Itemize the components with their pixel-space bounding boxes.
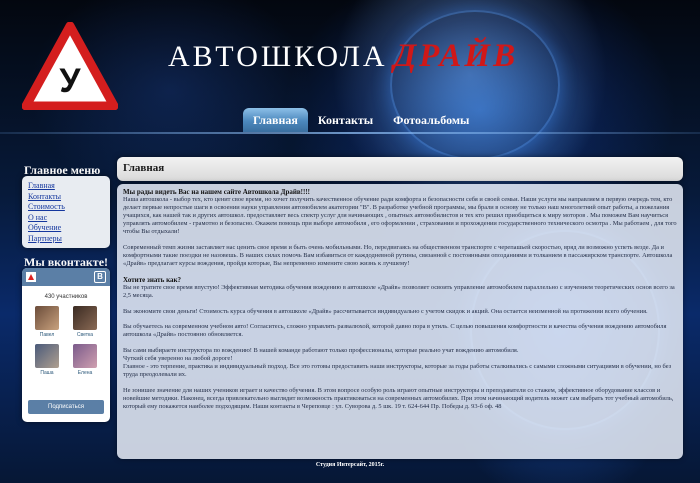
main-content: Мы рады видеть Вас на нашем сайте Автошк… (117, 184, 683, 459)
avatar (35, 306, 59, 330)
vk-member[interactable]: Паша (28, 344, 66, 376)
avatar (35, 344, 59, 368)
vk-member-name: Елена (77, 370, 93, 376)
avatar (73, 306, 97, 330)
nav-item-photoalbums[interactable]: Фотоальбомы (383, 108, 479, 132)
learner-triangle-icon: У (22, 22, 118, 110)
content-paragraph: Не зонишее значение для наших учеников и… (123, 386, 674, 410)
footer-credit: Студия Интерсайт, 2015г. (315, 462, 385, 468)
content-paragraph: Вы сами выбираете инструктора по вождени… (123, 346, 519, 354)
vk-member-name: Павел (39, 332, 55, 338)
menu-item-training[interactable]: Обучение (28, 223, 104, 234)
nav-divider (0, 132, 700, 134)
vk-group-avatar (26, 272, 36, 282)
menu-item-contacts[interactable]: Контакты (28, 192, 104, 203)
site-title-main: АВТОШКОЛА (168, 40, 388, 73)
welcome-heading: Мы рады видеть Вас на нашем сайте Автошк… (123, 188, 311, 196)
content-paragraph: Вы экономите свои деньги! Стоимость курс… (123, 307, 648, 315)
menu-item-about[interactable]: О нас (28, 213, 104, 224)
content-paragraph: Вы не тратите свое время впустую! Эффект… (123, 283, 675, 300)
vk-member[interactable]: Елена (66, 344, 104, 376)
vk-member-name: Светка (76, 332, 94, 338)
site-title: АВТОШКОЛА ДРАЙВ (168, 38, 518, 75)
main-menu: Главная Контакты Стоимость О нас Обучени… (22, 176, 110, 248)
content-paragraph: Современный темп жизни заставляет нас це… (123, 244, 673, 268)
content-paragraph: Вы обучаетесь на современном учебном авт… (123, 323, 667, 339)
vk-member[interactable]: Павел (28, 306, 66, 338)
background-glow (390, 10, 560, 160)
question-heading: Хотите знать как? (123, 275, 182, 284)
menu-item-partners[interactable]: Партнеры (28, 234, 104, 245)
nav-item-contacts[interactable]: Контакты (308, 108, 383, 132)
main-nav: Главная Контакты Фотоальбомы (243, 108, 479, 132)
vk-member-name: Паша (40, 370, 54, 376)
content-paragraph: Чуткий себя уверенно на любой дороге! (123, 355, 233, 362)
page-title: Главная (117, 157, 683, 181)
logo[interactable]: У (22, 22, 118, 110)
content-paragraph: Наша автошкола - выбор тех, кто ценит св… (123, 196, 677, 236)
menu-item-price[interactable]: Стоимость (28, 202, 104, 213)
vk-members-grid: Павел Светка Паша Елена (22, 300, 110, 376)
site-title-accent: ДРАЙВ (393, 38, 519, 74)
content-paragraph: Главное - это терпение, практика и индив… (123, 363, 672, 379)
vk-widget: В 430 участников Павел Светка Паша Елена… (22, 268, 110, 422)
logo-letter: У (59, 62, 81, 100)
vk-widget-header: В (22, 268, 110, 286)
vk-logo-icon: В (94, 271, 106, 283)
nav-item-home[interactable]: Главная (243, 108, 308, 132)
avatar (73, 344, 97, 368)
vk-member[interactable]: Светка (66, 306, 104, 338)
vk-subscribe-button[interactable]: Подписаться (28, 400, 104, 414)
menu-item-home[interactable]: Главная (28, 181, 104, 192)
